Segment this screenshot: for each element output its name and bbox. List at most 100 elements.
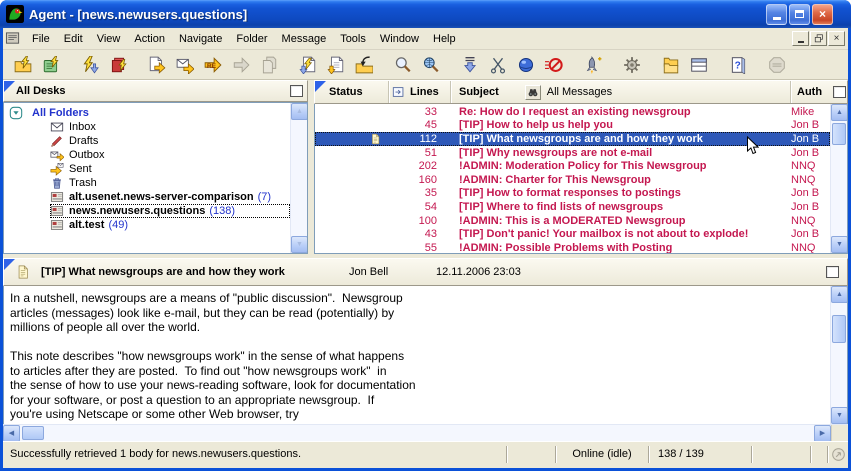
- menus: FileEditViewActionNavigateFolderMessageT…: [25, 30, 463, 48]
- folder-item[interactable]: Sent: [4, 162, 290, 176]
- folder-tree: All Folders InboxDraftsOutboxSentTrashal…: [3, 102, 308, 254]
- scroll-up-icon[interactable]: ▲: [831, 104, 848, 121]
- minimize-button[interactable]: [766, 4, 787, 25]
- get-new-headers-in-folder-button[interactable]: [10, 52, 36, 78]
- filter-binoculars-icon[interactable]: [525, 85, 541, 100]
- thread-column-icon: [392, 85, 406, 99]
- collapse-icon[interactable]: [9, 106, 23, 120]
- message-row[interactable]: 54[TIP] Where to find lists of newsgroup…: [315, 200, 830, 214]
- watch-thread-button[interactable]: [513, 52, 539, 78]
- body-line: articles (messages) look like e-mail, bu…: [10, 306, 824, 321]
- settings-gear-icon: [623, 56, 641, 74]
- titlebar[interactable]: Agent - [news.newusers.questions] ×: [0, 0, 851, 28]
- launch-program-button[interactable]: [580, 52, 606, 78]
- message-row[interactable]: 45[TIP] How to help us help youJon B: [315, 119, 830, 133]
- scroll-thumb[interactable]: [832, 123, 846, 145]
- scroll-down-icon[interactable]: ▼: [831, 236, 848, 253]
- stack-bolt-icon: [109, 56, 127, 74]
- mdi-minimize-button[interactable]: [792, 31, 809, 46]
- column-status[interactable]: Status: [315, 81, 389, 103]
- message-row[interactable]: 33Re: How do I request an existing newsg…: [315, 105, 830, 119]
- get-new-headers-in-groups-button[interactable]: [38, 52, 64, 78]
- message-row[interactable]: 112[TIP] What newsgroups are and how the…: [315, 132, 830, 146]
- scroll-down-icon[interactable]: ▼: [831, 407, 848, 424]
- maximize-pane-icon[interactable]: [290, 85, 303, 97]
- menu-item[interactable]: Folder: [229, 30, 274, 48]
- message-row[interactable]: 160!ADMIN: Charter for This NewsgroupNNQ: [315, 173, 830, 187]
- menu-item[interactable]: Tools: [333, 30, 373, 48]
- folder-item[interactable]: alt.test(49): [4, 218, 290, 232]
- folders-scrollbar[interactable]: ▲ ▼: [290, 103, 307, 253]
- folders-panel: All Desks All Folders InboxDraftsOutboxS…: [3, 80, 308, 254]
- folder-item[interactable]: news.newusers.questions(138): [4, 204, 290, 218]
- column-subject[interactable]: SubjectAll Messages: [451, 81, 791, 103]
- message-pane-header: [TIP] What newsgroups are and how they w…: [3, 258, 848, 286]
- message-list-scrollbar[interactable]: ▲ ▼: [830, 104, 847, 253]
- preferences-button[interactable]: [619, 52, 645, 78]
- menu-item[interactable]: Window: [373, 30, 426, 48]
- column-lines[interactable]: Lines: [389, 81, 451, 103]
- scroll-down-icon[interactable]: ▼: [291, 236, 308, 253]
- folder-item[interactable]: alt.usenet.news-server-comparison(7): [4, 190, 290, 204]
- menu-item[interactable]: File: [25, 30, 57, 48]
- body-available-icon: [370, 147, 381, 159]
- search-web-button[interactable]: [418, 52, 444, 78]
- folder-root-all-folders[interactable]: All Folders: [4, 106, 290, 120]
- folder-item[interactable]: Trash: [4, 176, 290, 190]
- column-author[interactable]: Auth: [791, 81, 847, 103]
- message-list-header: Status Lines SubjectAll Messages Auth: [314, 80, 848, 104]
- close-button[interactable]: ×: [812, 4, 833, 25]
- menu-item[interactable]: Help: [426, 30, 463, 48]
- maximize-button[interactable]: [789, 4, 810, 25]
- get-marked-message-bodies-button[interactable]: [77, 52, 103, 78]
- stop-tasks-button[interactable]: [764, 52, 790, 78]
- ignore-thread-button[interactable]: [541, 52, 567, 78]
- message-body-scrollbar[interactable]: ▲ ▼: [830, 286, 847, 424]
- scroll-right-icon[interactable]: ▶: [814, 425, 831, 442]
- reply-by-email-button[interactable]: [256, 52, 282, 78]
- menu-item[interactable]: Edit: [57, 30, 90, 48]
- arrow-gray-icon: [232, 56, 250, 74]
- message-row[interactable]: 202!ADMIN: Moderation Policy for This Ne…: [315, 159, 830, 173]
- show-layout-button[interactable]: [686, 52, 712, 78]
- menu-item[interactable]: Message: [275, 30, 334, 48]
- scroll-thumb[interactable]: [22, 426, 44, 440]
- document-window-icon[interactable]: [5, 31, 21, 46]
- message-row[interactable]: 51[TIP] Why newsgroups are not e-mailJon…: [315, 146, 830, 160]
- scroll-up-icon[interactable]: ▲: [291, 103, 308, 120]
- folder-item[interactable]: Drafts: [4, 134, 290, 148]
- message-row[interactable]: 35[TIP] How to format responses to posti…: [315, 187, 830, 201]
- get-selected-bodies-button[interactable]: [295, 52, 321, 78]
- folder-item[interactable]: Outbox: [4, 148, 290, 162]
- post-new-article-button[interactable]: [144, 52, 170, 78]
- find-text-button[interactable]: [390, 52, 416, 78]
- message-row[interactable]: 100!ADMIN: This is a MODERATED Newsgroup…: [315, 214, 830, 228]
- folders-view-icon: [662, 56, 680, 74]
- mdi-restore-button[interactable]: [810, 31, 827, 46]
- maximize-pane-icon[interactable]: [826, 266, 839, 278]
- skip-to-next-unread-button[interactable]: [457, 52, 483, 78]
- send-email-message-button[interactable]: [172, 52, 198, 78]
- menu-item[interactable]: View: [90, 30, 128, 48]
- show-folders-button[interactable]: [658, 52, 684, 78]
- reply-re-icon: RE: [204, 56, 222, 74]
- scroll-left-icon[interactable]: ◀: [3, 425, 20, 442]
- forward-message-button[interactable]: [228, 52, 254, 78]
- mdi-close-button[interactable]: ×: [828, 31, 845, 46]
- scroll-thumb[interactable]: [832, 315, 846, 343]
- message-row[interactable]: 55!ADMIN: Possible Problems with Posting…: [315, 241, 830, 253]
- app-logo-icon: [6, 5, 24, 23]
- menu-item[interactable]: Action: [127, 30, 172, 48]
- help-button[interactable]: ?: [725, 52, 751, 78]
- scroll-up-icon[interactable]: ▲: [831, 286, 848, 303]
- save-message-button[interactable]: [323, 52, 349, 78]
- kill-thread-button[interactable]: [485, 52, 511, 78]
- folder-item[interactable]: Inbox: [4, 120, 290, 134]
- column-options-icon[interactable]: [833, 86, 846, 98]
- get-new-message-bodies-button[interactable]: [105, 52, 131, 78]
- message-row[interactable]: 43[TIP] Don't panic! Your mailbox is not…: [315, 227, 830, 241]
- reply-followup-button[interactable]: RE: [200, 52, 226, 78]
- message-body-hscrollbar[interactable]: ◀ ▶: [3, 424, 848, 441]
- menu-item[interactable]: Navigate: [172, 30, 229, 48]
- file-in-folder-button[interactable]: [351, 52, 377, 78]
